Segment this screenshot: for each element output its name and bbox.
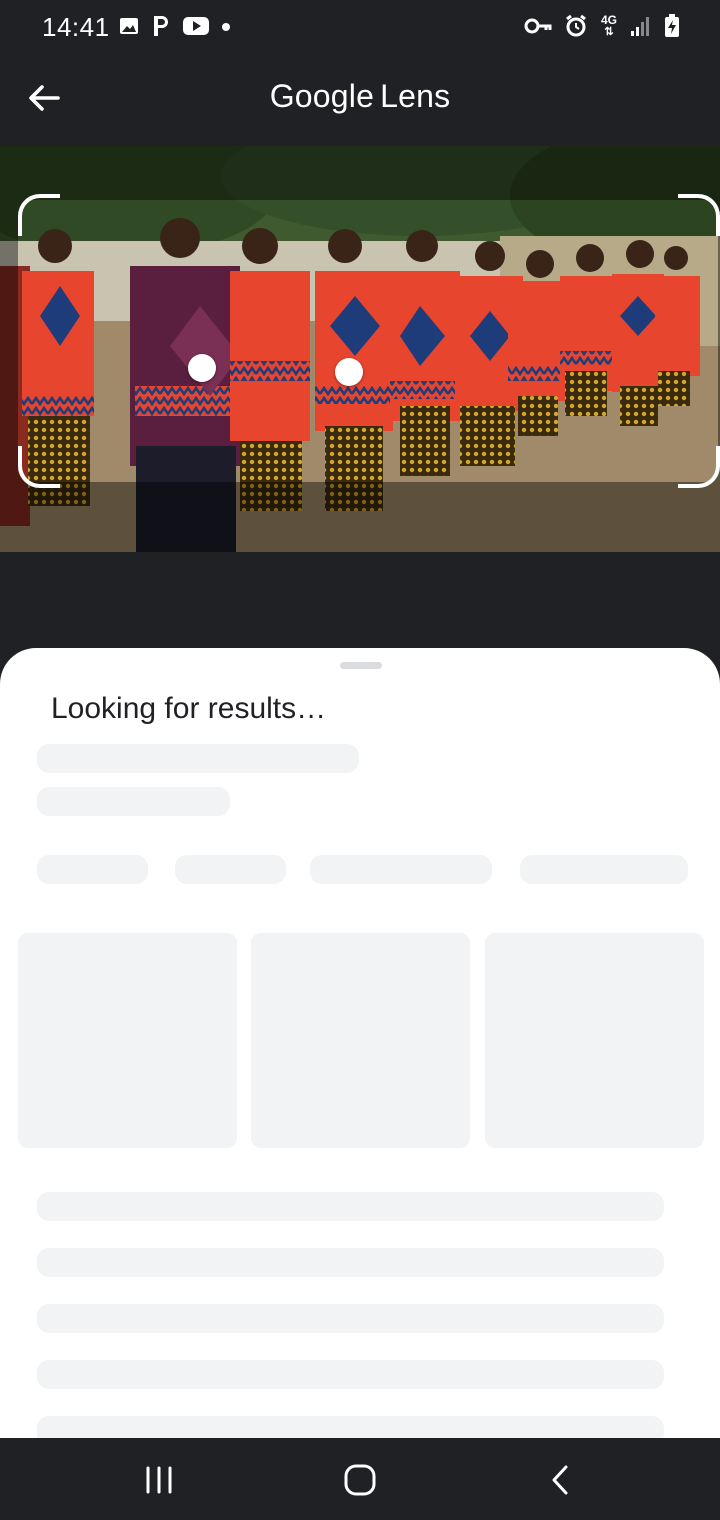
recent-apps-icon[interactable]: [139, 1460, 179, 1500]
navigation-bar: [0, 1438, 720, 1520]
placeholder-line: [37, 1360, 664, 1389]
vpn-key-icon: [524, 18, 552, 34]
status-right-icons: 4G ⇅: [524, 14, 680, 38]
status-left-icons: [118, 14, 232, 38]
app-bar: Google Lens: [0, 54, 720, 146]
placeholder-chip: [520, 855, 688, 884]
placeholder-line: [37, 1248, 664, 1277]
sheet-title: Looking for results…: [51, 692, 327, 725]
placeholder-card: [485, 933, 704, 1148]
dark-gap: [0, 552, 720, 652]
crop-selection[interactable]: [18, 200, 718, 482]
youtube-icon: [183, 17, 209, 35]
app-title-suffix: Lens: [380, 78, 451, 114]
crop-selection-image: [18, 200, 718, 482]
crop-corner-bottom-left[interactable]: [18, 446, 60, 488]
placeholder-chip: [175, 855, 286, 884]
network-4g-icon: 4G ⇅: [600, 12, 617, 38]
placeholder-line: [37, 744, 359, 773]
placeholder-card: [251, 933, 470, 1148]
placeholder-chip: [310, 855, 492, 884]
back-icon[interactable]: [541, 1460, 581, 1500]
battery-charging-icon: [665, 14, 679, 37]
crop-corner-top-left[interactable]: [18, 194, 60, 236]
status-bar: 14:41 4G ⇅: [0, 0, 720, 54]
sheet-drag-handle[interactable]: [340, 662, 382, 669]
status-time: 14:41: [42, 12, 110, 42]
gallery-icon: [120, 18, 138, 34]
signal-icon: [631, 17, 649, 36]
placeholder-card: [18, 933, 237, 1148]
crop-corner-top-right[interactable]: [678, 194, 720, 236]
parking-icon: [154, 16, 168, 36]
app-title-brand: Google: [269, 78, 375, 114]
placeholder-line: [37, 1192, 664, 1221]
network-label: 4G: [600, 12, 617, 27]
home-icon[interactable]: [340, 1460, 380, 1500]
results-sheet[interactable]: Looking for results…: [0, 648, 720, 1438]
selection-dot-right[interactable]: [335, 358, 363, 386]
alarm-icon: [566, 14, 586, 37]
app-title: Google Lens: [0, 78, 720, 115]
placeholder-line: [37, 1304, 664, 1333]
dot-icon: [222, 23, 230, 31]
photo-preview[interactable]: [0, 146, 720, 552]
placeholder-line: [37, 787, 230, 816]
placeholder-chip: [37, 855, 148, 884]
selection-dot-left[interactable]: [188, 354, 216, 382]
placeholder-line: [37, 1416, 664, 1438]
